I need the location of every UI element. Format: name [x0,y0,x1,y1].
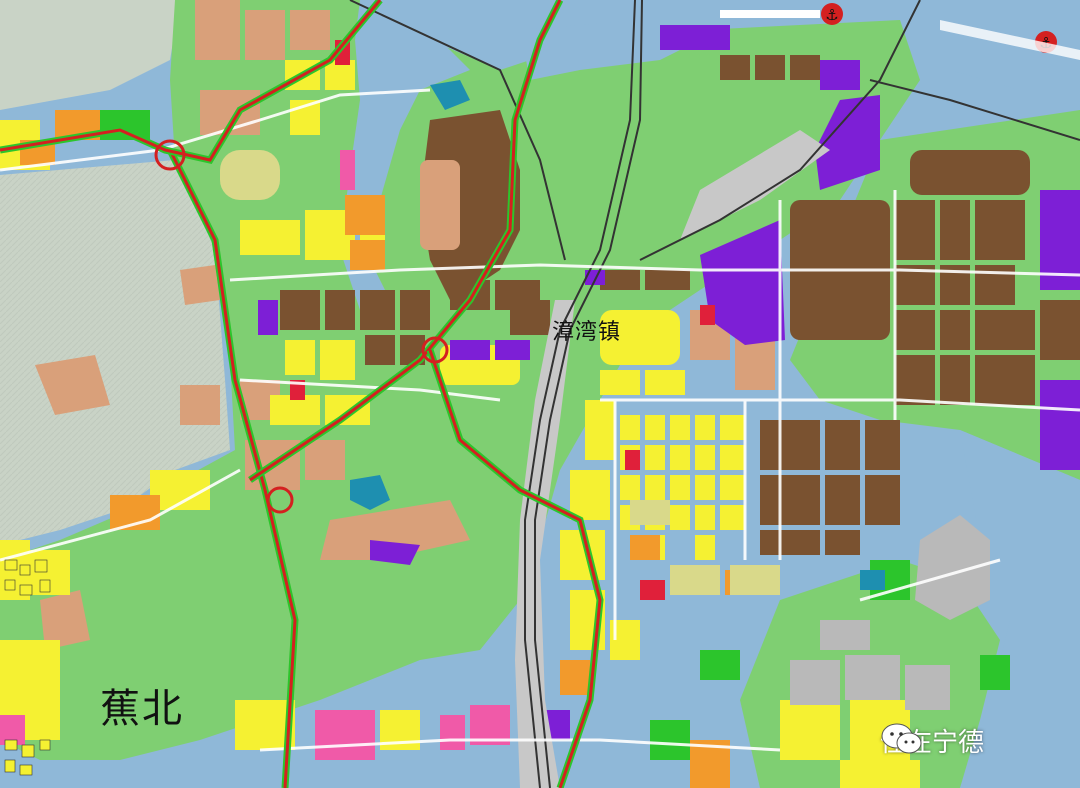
anchor-icon: ⚓ [821,3,843,25]
district-label: 蕉北 [100,686,184,732]
wechat-icon [881,723,922,754]
svg-text:⚓: ⚓ [825,6,838,24]
land-use-map: ⚓ ⚓ 漳湾镇 蕉北 住在宁德 [0,0,1080,788]
map-canvas: ⚓ ⚓ [0,0,1080,788]
account-watermark: 住在宁德 [880,722,984,759]
town-label: 漳湾镇 [552,320,622,345]
